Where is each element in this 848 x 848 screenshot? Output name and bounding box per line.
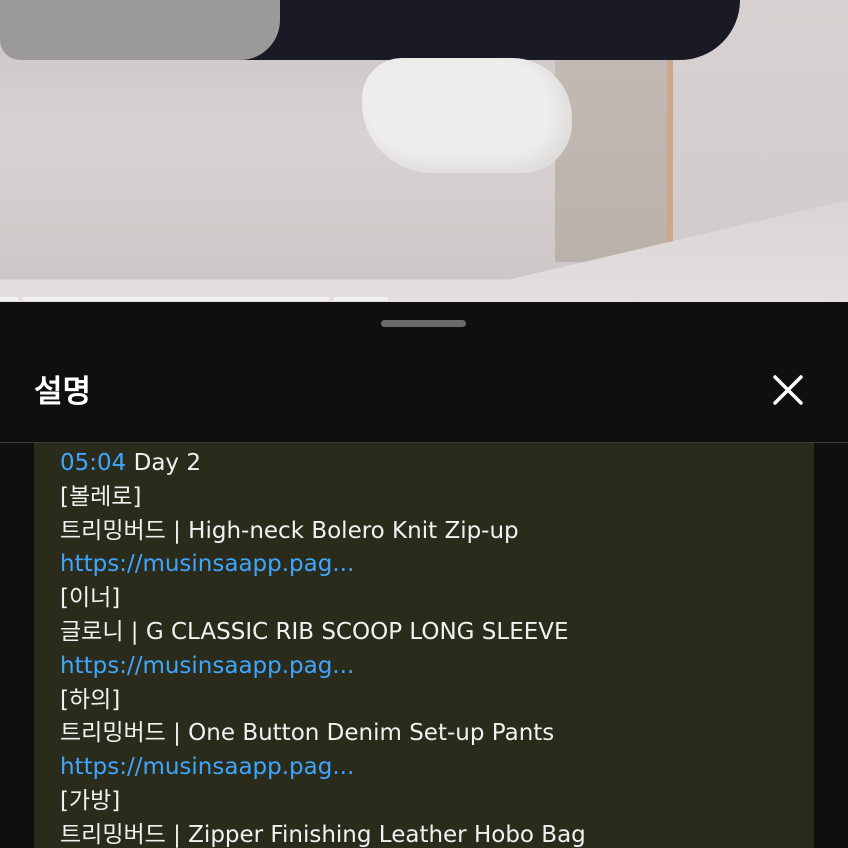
chapter-line: 05:04 Day 2 bbox=[60, 447, 814, 481]
description-line: 트리밍버드 | High-neck Bolero Knit Zip-up bbox=[60, 517, 519, 544]
description-sheet: 설명 05:04 Day 2 [볼레로] 트리밍버드 | High-neck B… bbox=[0, 302, 848, 848]
description-line: 글로니 | G CLASSIC RIB SCOOP LONG SLEEVE bbox=[60, 618, 569, 645]
product-link[interactable]: https://musinsaapp.pag... bbox=[60, 650, 814, 684]
chapter-label: Day 2 bbox=[133, 450, 201, 476]
description-line: [볼레로] bbox=[60, 483, 142, 510]
drag-handle[interactable] bbox=[381, 320, 466, 327]
video-frame-sleeve bbox=[0, 0, 280, 60]
description-line: [가방] bbox=[60, 787, 121, 814]
close-icon bbox=[773, 375, 803, 405]
chapter-progress-bar[interactable] bbox=[0, 297, 848, 301]
chapter-segment bbox=[23, 297, 329, 301]
chapter-segment bbox=[334, 297, 388, 301]
video-player[interactable] bbox=[0, 0, 848, 302]
description-line: 트리밍버드 | One Button Denim Set-up Pants bbox=[60, 720, 555, 747]
chapter-segment bbox=[0, 297, 18, 301]
description-body: 05:04 Day 2 [볼레로] 트리밍버드 | High-neck Bole… bbox=[34, 443, 814, 848]
video-frame-pillow bbox=[362, 58, 572, 173]
sheet-title: 설명 bbox=[34, 374, 92, 410]
product-link[interactable]: https://musinsaapp.pag... bbox=[60, 548, 814, 582]
description-line: [이너] bbox=[60, 585, 121, 612]
description-line: [하의] bbox=[60, 686, 121, 713]
description-line: 트리밍버드 | Zipper Finishing Leather Hobo Ba… bbox=[60, 821, 586, 848]
close-button[interactable] bbox=[770, 372, 806, 408]
timestamp-link[interactable]: 05:04 bbox=[60, 450, 126, 476]
product-link[interactable]: https://musinsaapp.pag... bbox=[60, 751, 814, 785]
